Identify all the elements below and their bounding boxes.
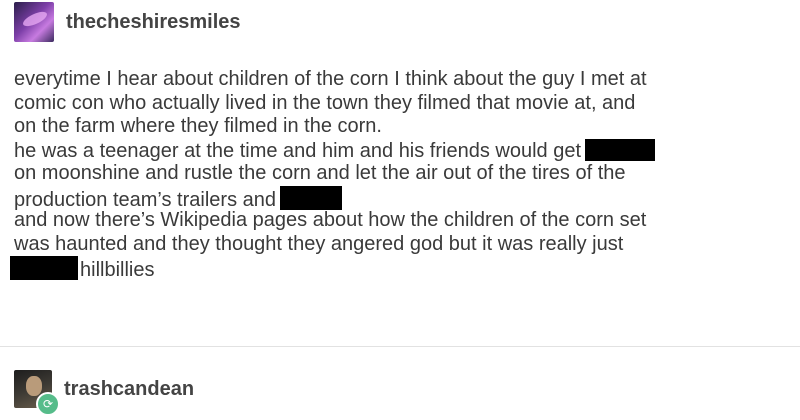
text-line-with-redaction: he was a teenager at the time and him an… (14, 138, 784, 163)
text-line: everytime I hear about children of the c… (14, 68, 647, 90)
avatar[interactable]: ⟳ (14, 370, 60, 416)
text-segment: hillbillies (80, 259, 155, 281)
text-line: comic con who actually lived in the town… (14, 91, 636, 114)
text-line: on moonshine and rustle the corn and let… (14, 162, 626, 184)
post-card: thecheshiresmiles everytime I hear about… (0, 0, 800, 350)
text-line: was haunted and they thought they angere… (14, 232, 624, 255)
reblog-icon: ⟳ (36, 392, 60, 416)
post-header: thecheshiresmiles (14, 2, 241, 42)
avatar-art (21, 8, 49, 30)
redaction-bar (280, 185, 342, 210)
redaction-bar (585, 138, 656, 161)
text-segment: he was a teenager at the time and him an… (14, 139, 582, 162)
text-line-with-redaction: hillbillies (10, 256, 784, 281)
text-segment: production team’s trailers and (14, 188, 276, 211)
divider (0, 346, 800, 347)
reblog-header: ⟳ trashcandean (14, 370, 194, 416)
post-body: everytime I hear about children of the c… (10, 68, 784, 281)
username[interactable]: trashcandean (64, 378, 194, 401)
username[interactable]: thecheshiresmiles (66, 11, 241, 34)
avatar[interactable] (14, 2, 54, 42)
text-line: and now there’s Wikipedia pages about ho… (14, 209, 647, 231)
avatar-face (26, 376, 42, 396)
text-line: on the farm where they filmed in the cor… (14, 115, 382, 137)
text-line-with-redaction: production team’s trailers and (14, 185, 784, 211)
redaction-bar (10, 256, 78, 280)
